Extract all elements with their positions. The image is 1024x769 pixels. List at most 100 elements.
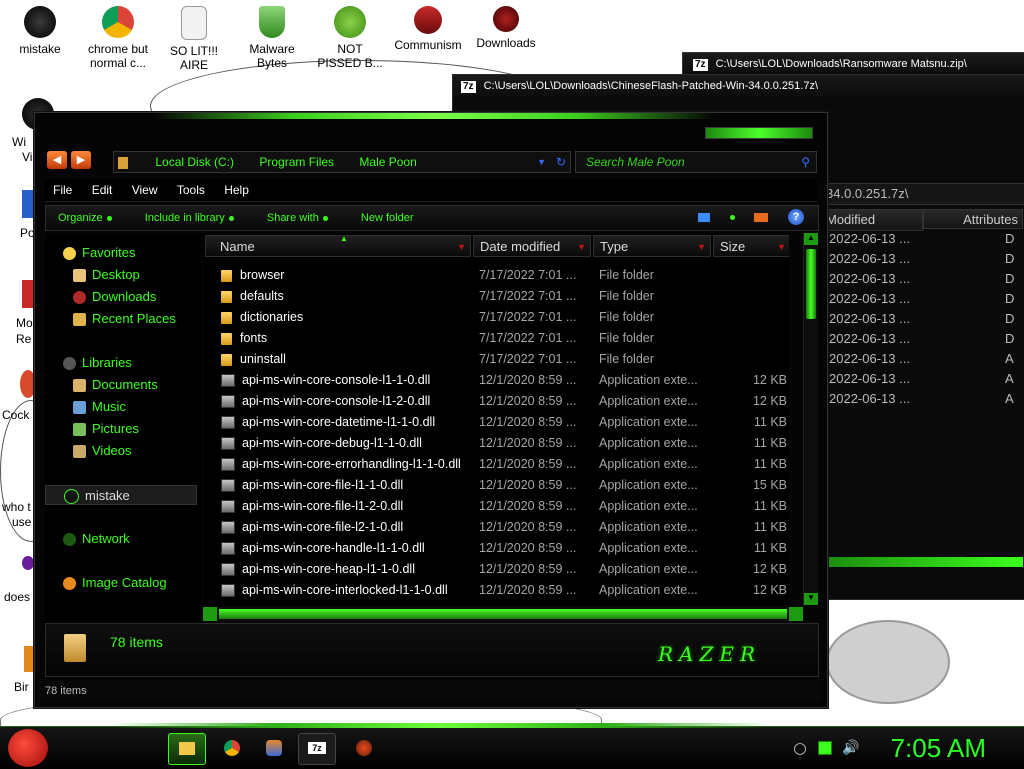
file-row[interactable]: api-ms-win-core-debug-l1-1-0.dll 12/1/202… <box>203 433 789 454</box>
file-row[interactable]: api-ms-win-core-console-l1-1-0.dll 12/1/2… <box>203 370 789 391</box>
breadcrumb-item[interactable]: Program Files <box>259 155 334 169</box>
file-row[interactable]: dictionaries 7/17/2022 7:01 ... File folde… <box>203 307 789 328</box>
file-row[interactable]: uninstall 7/17/2022 7:01 ... File folder <box>203 349 789 370</box>
nav-videos[interactable]: Videos <box>73 441 132 461</box>
sevenzip-path-field[interactable]: 34.0.0.251.7z\ <box>825 183 1024 205</box>
file-row[interactable]: api-ms-win-core-console-l1-2-0.dll 12/1/2… <box>203 391 789 412</box>
file-row[interactable]: browser 7/17/2022 7:01 ... File folder <box>203 265 789 286</box>
desktop-icon-solit[interactable]: SO LIT!!! AIRE <box>156 6 232 72</box>
tray-network-icon[interactable] <box>818 741 832 755</box>
file-row[interactable]: api-ms-win-core-interlocked-l1-1-0.dll 12… <box>203 580 789 601</box>
menu-view[interactable]: View <box>132 183 158 197</box>
scroll-down-icon[interactable]: ▼ <box>804 593 818 605</box>
chevron-down-icon[interactable]: ▼ <box>457 236 466 258</box>
help-icon[interactable]: ? <box>788 209 804 225</box>
file-row[interactable]: fonts 7/17/2022 7:01 ... File folder <box>203 328 789 349</box>
nav-libraries[interactable]: Libraries <box>63 353 132 373</box>
forward-button[interactable]: ▶ <box>71 151 91 169</box>
menu-help[interactable]: Help <box>224 183 249 197</box>
chevron-down-icon[interactable]: ▼ <box>777 236 786 258</box>
tray-show-hidden-icon[interactable] <box>794 743 806 755</box>
taskbar-button-media[interactable] <box>256 733 292 763</box>
explorer-window[interactable]: ◀ ▶ Local Disk (C:) Program Files Male P… <box>34 112 828 708</box>
include-in-library-button[interactable]: Include in library <box>145 212 234 224</box>
scroll-up-icon[interactable]: ▲ <box>804 233 818 245</box>
sevenzip-row-modified[interactable]: 2022-06-13 ... <box>829 231 910 246</box>
desktop-icon-not-pissed[interactable]: NOT PISSED B... <box>312 6 388 70</box>
nav-network[interactable]: Network <box>63 529 130 549</box>
tray-volume-icon[interactable]: 🔊 <box>842 739 859 756</box>
sevenzip-row-modified[interactable]: 2022-06-13 ... <box>829 331 910 346</box>
desktop-icon-partial[interactable] <box>22 556 34 570</box>
menu-tools[interactable]: Tools <box>177 183 205 197</box>
taskbar-button-explorer[interactable] <box>168 733 206 765</box>
chevron-down-icon[interactable]: ▼ <box>537 152 546 172</box>
file-row[interactable]: api-ms-win-core-datetime-l1-1-0.dll 12/1/… <box>203 412 789 433</box>
preview-pane-icon[interactable] <box>754 213 768 222</box>
taskbar-clock[interactable]: 7:05 AM <box>891 733 986 763</box>
file-row[interactable]: api-ms-win-core-file-l1-2-0.dll 12/1/2020… <box>203 496 789 517</box>
file-row[interactable]: api-ms-win-core-file-l2-1-0.dll 12/1/2020… <box>203 517 789 538</box>
desktop-icon-downloads[interactable]: Downloads <box>468 6 544 50</box>
column-header-type[interactable]: Type ▼ <box>593 235 711 257</box>
window-title-bar[interactable]: 7z C:\Users\LOL\Downloads\ChineseFlash-Pa… <box>453 75 1024 97</box>
sevenzip-row-modified[interactable]: 2022-06-13 ... <box>829 351 910 366</box>
share-with-button[interactable]: Share with <box>267 212 328 224</box>
column-header-modified[interactable]: Modified <box>825 209 923 231</box>
window-title-bar[interactable]: 7z C:\Users\LOL\Downloads\Ransomware Mats… <box>683 53 1024 75</box>
chevron-down-icon[interactable]: ▼ <box>577 236 586 258</box>
taskbar-button-game[interactable] <box>346 733 382 763</box>
desktop-icon-partial[interactable] <box>24 646 34 672</box>
chevron-down-icon[interactable]: ▼ <box>697 236 706 258</box>
file-row[interactable]: api-ms-win-core-errorhandling-l1-1-0.dll… <box>203 454 789 475</box>
breadcrumb-item[interactable]: Local Disk (C:) <box>155 155 234 169</box>
nav-documents[interactable]: Documents <box>73 375 158 395</box>
desktop-icon-mistake[interactable]: mistake <box>2 6 78 56</box>
taskbar-button-chrome[interactable] <box>214 733 250 763</box>
menu-edit[interactable]: Edit <box>92 183 113 197</box>
menu-file[interactable]: File <box>53 183 72 197</box>
nav-music[interactable]: Music <box>73 397 126 417</box>
nav-favorites[interactable]: Favorites <box>63 243 135 263</box>
sevenzip-row-modified[interactable]: 2022-06-13 ... <box>829 391 910 406</box>
refresh-icon[interactable]: ↻ <box>556 152 566 172</box>
sevenzip-row-modified[interactable]: 2022-06-13 ... <box>829 271 910 286</box>
column-header-attributes[interactable]: Attributes <box>923 209 1023 229</box>
sevenzip-row-modified[interactable]: 2022-06-13 ... <box>829 371 910 386</box>
taskbar-button-7zip[interactable]: 7z <box>298 733 336 765</box>
sevenzip-row-modified[interactable]: 2022-06-13 ... <box>829 311 910 326</box>
file-row[interactable]: api-ms-win-core-file-l1-1-0.dll 12/1/2020… <box>203 475 789 496</box>
search-icon[interactable]: ⚲ <box>801 152 810 172</box>
column-header-date-modified[interactable]: Date modified ▼ <box>473 235 591 257</box>
breadcrumb-item[interactable]: Male Poon <box>359 155 416 169</box>
column-header-size[interactable]: Size ▼ <box>713 235 789 257</box>
nav-desktop[interactable]: Desktop <box>73 265 140 285</box>
nav-pictures[interactable]: Pictures <box>73 419 139 439</box>
new-folder-button[interactable]: New folder <box>361 212 414 224</box>
desktop-icon-communism[interactable]: Communism <box>390 6 466 52</box>
organize-button[interactable]: Organize <box>58 212 112 224</box>
window-controls[interactable] <box>705 127 813 139</box>
file-row[interactable]: defaults 7/17/2022 7:01 ... File folder <box>203 286 789 307</box>
view-options-icon[interactable] <box>698 213 710 222</box>
file-row[interactable]: api-ms-win-core-handle-l1-1-0.dll 12/1/20… <box>203 538 789 559</box>
desktop-icon-chrome[interactable]: chrome but normal c... <box>80 6 156 70</box>
address-bar[interactable]: Local Disk (C:) Program Files Male Poon … <box>113 151 571 173</box>
file-row[interactable]: api-ms-win-core-heap-l1-1-0.dll 12/1/2020… <box>203 559 789 580</box>
scroll-right-icon[interactable] <box>789 607 803 621</box>
column-header-name[interactable]: Name ▼ ▲ <box>205 234 471 258</box>
scroll-thumb[interactable] <box>806 249 816 319</box>
vertical-scrollbar[interactable]: ▲ ▼ <box>803 233 818 605</box>
horizontal-scrollbar[interactable] <box>203 607 803 621</box>
sevenzip-row-modified[interactable]: 2022-06-13 ... <box>829 291 910 306</box>
nav-user-folder[interactable]: mistake <box>45 485 197 505</box>
search-input[interactable]: Search Male Poon ⚲ <box>575 151 817 173</box>
desktop-icon-malwarebytes[interactable]: Malware Bytes <box>234 6 310 70</box>
back-button[interactable]: ◀ <box>47 151 67 169</box>
nav-recent-places[interactable]: Recent Places <box>73 309 176 329</box>
nav-downloads[interactable]: Downloads <box>73 287 156 307</box>
start-button[interactable] <box>8 729 48 767</box>
scroll-left-icon[interactable] <box>203 607 217 621</box>
sevenzip-row-modified[interactable]: 2022-06-13 ... <box>829 251 910 266</box>
scroll-thumb[interactable] <box>219 609 787 619</box>
